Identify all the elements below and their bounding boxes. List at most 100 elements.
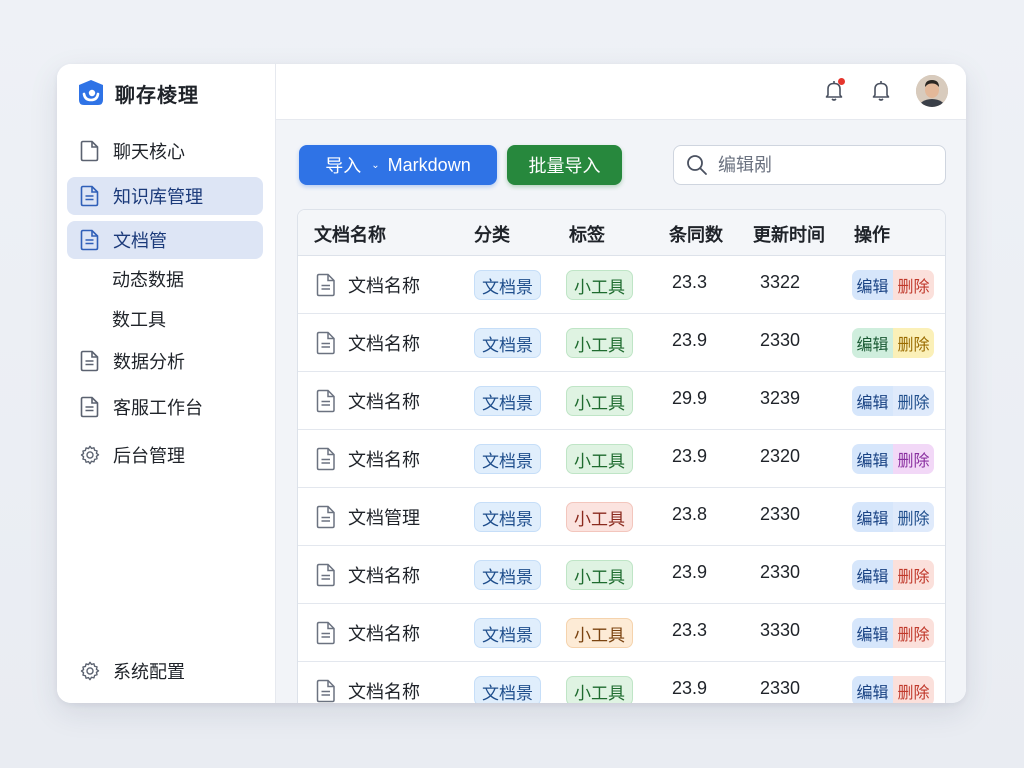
table-row[interactable]: 文档名称 文档景 小工具 23.3 3322 编辑 删除 <box>298 256 945 314</box>
table-row[interactable]: 文档名称 文档景 小工具 23.9 2330 编辑 删除 <box>298 662 945 703</box>
batch-import-label: 批量导入 <box>528 156 601 176</box>
doc-name[interactable]: 文档名称 <box>348 562 420 588</box>
sidebar-item-admin[interactable]: 后台管理 <box>67 436 263 474</box>
document-icon <box>316 621 336 645</box>
edit-button[interactable]: 编辑 <box>852 618 893 648</box>
document-icon <box>316 679 336 703</box>
category-badge: 文档景 <box>474 386 541 416</box>
tag-badge: 小工具 <box>566 676 633 703</box>
row-actions: 编辑 删除 <box>852 502 934 532</box>
document-icon <box>316 331 336 355</box>
file-text-icon <box>79 185 101 207</box>
table-row[interactable]: 文档管理 文档景 小工具 23.8 2330 编辑 删除 <box>298 488 945 546</box>
import-markdown-button[interactable]: 导入 ⌄ Markdown <box>299 145 497 185</box>
delete-button[interactable]: 删除 <box>893 270 934 300</box>
table-row[interactable]: 文档名称 文档景 小工具 23.9 2330 编辑 删除 <box>298 546 945 604</box>
sidebar-item-chat-core[interactable]: 聊天核心 <box>67 132 263 170</box>
table-row[interactable]: 文档名称 文档景 小工具 29.9 3239 编辑 删除 <box>298 372 945 430</box>
delete-button[interactable]: 删除 <box>893 560 934 590</box>
row-actions: 编辑 删除 <box>852 676 934 703</box>
doc-name[interactable]: 文档管理 <box>348 504 420 530</box>
delete-button[interactable]: 删除 <box>893 676 934 703</box>
category-badge: 文档景 <box>474 328 541 358</box>
category-badge: 文档景 <box>474 270 541 300</box>
tag-badge: 小工具 <box>566 386 633 416</box>
count-value: 29.9 <box>672 388 708 408</box>
delete-button[interactable]: 删除 <box>893 502 934 532</box>
doc-name[interactable]: 文档名称 <box>348 678 420 703</box>
sidebar-item-label: 知识库管理 <box>113 187 203 208</box>
tag-badge: 小工具 <box>566 444 633 474</box>
app-title: 聊存棱理 <box>115 82 199 107</box>
sidebar-item-system-config[interactable]: 系统配置 <box>67 652 263 690</box>
sidebar-item-doc-manage[interactable]: 文档管 <box>67 221 263 259</box>
table-header: 文档名称 分类 标签 条同数 更新时间 操作 <box>298 210 945 256</box>
row-actions: 编辑 删除 <box>852 618 934 648</box>
edit-button[interactable]: 编辑 <box>852 676 893 703</box>
category-badge: 文档景 <box>474 676 541 703</box>
file-text-icon <box>79 396 101 418</box>
notification-bell-icon[interactable] <box>822 78 846 102</box>
document-icon <box>316 389 336 413</box>
updated-value: 2330 <box>760 330 801 350</box>
row-actions: 编辑 删除 <box>852 444 934 474</box>
doc-name[interactable]: 文档名称 <box>348 388 420 414</box>
sidebar-item-knowledge-base[interactable]: 知识库管理 <box>67 177 263 215</box>
document-icon <box>316 563 336 587</box>
delete-button[interactable]: 删除 <box>893 328 934 358</box>
brand-logo-icon <box>79 80 103 105</box>
updated-value: 3330 <box>760 620 801 640</box>
column-header-actions: 操作 <box>854 225 890 246</box>
count-value: 23.9 <box>672 562 708 582</box>
delete-button[interactable]: 删除 <box>893 618 934 648</box>
file-text-icon <box>79 229 101 251</box>
file-text-icon <box>79 350 101 372</box>
brand: 聊存棱理 <box>77 78 199 108</box>
edit-button[interactable]: 编辑 <box>852 270 893 300</box>
sidebar: 聊存棱理 聊天核心 知识库管理 文档管 动态数据 数工具 数据分析 客服工作台 … <box>57 64 276 703</box>
table-row[interactable]: 文档名称 文档景 小工具 23.3 3330 编辑 删除 <box>298 604 945 662</box>
batch-import-button[interactable]: 批量导入 <box>507 145 622 185</box>
updated-value: 2320 <box>760 446 801 466</box>
edit-button[interactable]: 编辑 <box>852 386 893 416</box>
bell-icon[interactable] <box>869 78 893 102</box>
row-actions: 编辑 删除 <box>852 328 934 358</box>
sidebar-item-label: 系统配置 <box>113 662 185 683</box>
document-icon <box>316 505 336 529</box>
doc-name[interactable]: 文档名称 <box>348 330 420 356</box>
doc-name[interactable]: 文档名称 <box>348 272 420 298</box>
edit-button[interactable]: 编辑 <box>852 328 893 358</box>
delete-button[interactable]: 删除 <box>893 444 934 474</box>
edit-button[interactable]: 编辑 <box>852 502 893 532</box>
sidebar-item-label: 聊天核心 <box>113 142 185 163</box>
search-input[interactable] <box>718 154 938 176</box>
doc-name[interactable]: 文档名称 <box>348 446 420 472</box>
count-value: 23.9 <box>672 330 708 350</box>
sidebar-item-customer-service[interactable]: 客服工作台 <box>67 388 263 426</box>
sidebar-item-label: 文档管 <box>113 231 167 252</box>
updated-value: 2330 <box>760 678 801 698</box>
notification-badge <box>838 78 845 85</box>
sidebar-item-label: 后台管理 <box>113 446 185 467</box>
main-content: 导入 ⌄ Markdown 批量导入 文档名称 分类 标签 条同数 更新时间 操… <box>276 120 966 703</box>
updated-value: 3322 <box>760 272 801 292</box>
top-bar <box>276 64 966 120</box>
column-header-updated: 更新时间 <box>753 225 825 246</box>
table-row[interactable]: 文档名称 文档景 小工具 23.9 2330 编辑 删除 <box>298 314 945 372</box>
sidebar-subitem-dynamic-data[interactable]: 动态数据 <box>112 266 184 292</box>
doc-name[interactable]: 文档名称 <box>348 620 420 646</box>
delete-button[interactable]: 删除 <box>893 386 934 416</box>
import-format-label: Markdown <box>387 154 471 175</box>
updated-value: 2330 <box>760 562 801 582</box>
count-value: 23.9 <box>672 678 708 698</box>
avatar[interactable] <box>916 75 948 107</box>
count-value: 23.8 <box>672 504 708 524</box>
table-row[interactable]: 文档名称 文档景 小工具 23.9 2320 编辑 删除 <box>298 430 945 488</box>
edit-button[interactable]: 编辑 <box>852 444 893 474</box>
count-value: 23.3 <box>672 272 708 292</box>
edit-button[interactable]: 编辑 <box>852 560 893 590</box>
tag-badge: 小工具 <box>566 560 633 590</box>
gear-icon <box>79 660 101 682</box>
sidebar-item-data-analysis[interactable]: 数据分析 <box>67 342 263 380</box>
sidebar-subitem-tools[interactable]: 数工具 <box>112 306 166 332</box>
